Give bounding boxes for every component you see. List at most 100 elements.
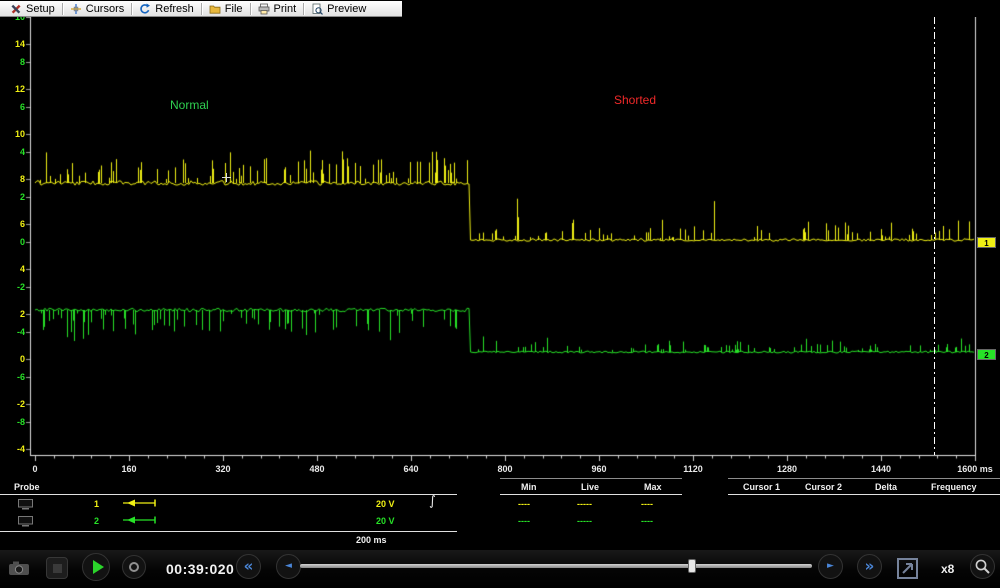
frequency-header: Frequency	[931, 482, 977, 492]
channel-1-enable-toggle[interactable]	[18, 498, 33, 513]
y-axis-label: -4	[16, 444, 25, 454]
play-icon	[92, 560, 104, 574]
max-header: Max	[644, 482, 662, 492]
snapshot-button[interactable]	[896, 557, 919, 583]
stop-button[interactable]	[46, 557, 68, 579]
skip-forward-icon: »	[864, 557, 875, 575]
plot-area: 1614121086420-2-41086420-2-4-6-8 0160320…	[0, 17, 1000, 478]
y-axis-label: 0	[19, 237, 25, 247]
setup-label: Setup	[26, 2, 55, 15]
channel-2-probe-icon[interactable]	[122, 515, 158, 527]
monitor-icon	[18, 516, 33, 527]
transport-bar: 00:39:020 « ◄ ► » x8	[0, 550, 1000, 588]
cursors-button[interactable]: Cursors	[63, 1, 132, 16]
preview-button[interactable]: Preview	[304, 1, 373, 16]
channel-2-enable-toggle[interactable]	[18, 515, 33, 530]
annotation-normal: Normal	[170, 98, 209, 112]
y-axis-labels: 1614121086420-2-41086420-2-4-6-8	[0, 17, 28, 455]
y-axis-label: 2	[19, 192, 25, 202]
camera-button[interactable]	[8, 560, 30, 579]
channel-1-marker[interactable]: 1	[977, 237, 996, 248]
waveform-canvas[interactable]	[0, 17, 1000, 478]
measurements-panel: Probe Min Live Max Cursor 1 Cursor 2 Del…	[0, 478, 1000, 550]
refresh-icon	[140, 3, 151, 14]
channel-2-range[interactable]: 20 V	[376, 516, 395, 526]
x-axis-label: 1280	[776, 464, 798, 474]
x-axis-label: 0	[32, 464, 38, 474]
y-axis-label: 6	[19, 219, 25, 229]
setup-button[interactable]: Setup	[3, 1, 62, 16]
cursor2-header: Cursor 2	[805, 482, 843, 492]
slider-thumb[interactable]	[688, 559, 696, 573]
skip-back-button[interactable]: «	[236, 554, 261, 579]
channel-2-min: ----	[518, 516, 530, 526]
channel-1-live: -----	[577, 499, 592, 509]
min-header: Min	[521, 482, 537, 492]
channel-1-number: 1	[94, 499, 100, 509]
divider	[728, 494, 1000, 495]
y-axis-label: -4	[16, 327, 25, 337]
magnifier-icon	[975, 559, 990, 574]
file-button[interactable]: File	[202, 1, 250, 16]
channel-1-range[interactable]: 20 V	[376, 499, 395, 509]
y-axis-label: 14	[14, 39, 25, 49]
playback-slider[interactable]	[300, 559, 812, 573]
divider	[728, 478, 1000, 479]
record-icon	[129, 562, 139, 572]
step-forward-icon: ►	[827, 561, 834, 571]
channel-2-marker[interactable]: 2	[977, 349, 996, 360]
skip-forward-button[interactable]: »	[857, 554, 882, 579]
file-label: File	[224, 2, 243, 15]
timebase-label[interactable]: 200 ms	[356, 535, 387, 545]
preview-label: Preview	[327, 2, 367, 15]
refresh-button[interactable]: Refresh	[132, 1, 201, 16]
file-icon	[209, 5, 221, 14]
oscilloscope-app: Setup Cursors Refresh File Print Preview…	[0, 0, 1000, 588]
cursors-label: Cursors	[85, 2, 125, 15]
channel-1-probe-icon[interactable]	[122, 498, 158, 510]
main-toolbar: Setup Cursors Refresh File Print Preview	[0, 0, 402, 17]
setup-icon	[11, 4, 21, 14]
record-button[interactable]	[122, 555, 146, 579]
y-axis-label: 8	[19, 174, 25, 184]
elapsed-time: 00:39:020	[166, 561, 235, 577]
divider	[0, 531, 457, 532]
divider	[0, 494, 457, 495]
x-axis-label: 160	[121, 464, 137, 474]
channel-2-number: 2	[94, 516, 100, 526]
y-axis-label: 2	[19, 309, 25, 319]
y-axis-label: -2	[16, 399, 25, 409]
step-forward-button[interactable]: ►	[818, 554, 843, 579]
crosshair-marker	[222, 173, 231, 182]
cursor1-header: Cursor 1	[743, 482, 781, 492]
x-axis-label: 640	[403, 464, 419, 474]
x-axis-label: 800	[497, 464, 513, 474]
time-cursor-line[interactable]	[934, 17, 935, 455]
cursors-icon	[70, 3, 81, 14]
skip-back-icon: «	[243, 557, 254, 575]
channel-1-max: ----	[641, 499, 653, 509]
print-button[interactable]: Print	[251, 1, 304, 16]
y-axis-label: -6	[16, 372, 25, 382]
x-axis-label: 1600 ms	[957, 464, 993, 474]
y-axis-label: -2	[16, 282, 25, 292]
x-axis-label: 320	[215, 464, 231, 474]
y-axis-label: 12	[14, 84, 25, 94]
channel-1-min: ----	[518, 499, 530, 509]
step-back-button[interactable]: ◄	[276, 554, 301, 579]
live-header: Live	[581, 482, 600, 492]
channel-2-live: -----	[577, 516, 592, 526]
monitor-icon	[18, 499, 33, 510]
preview-icon	[312, 3, 324, 15]
y-axis-label: -8	[16, 417, 25, 427]
divider	[500, 494, 682, 495]
play-button[interactable]	[82, 553, 110, 581]
y-axis-label: 4	[19, 264, 25, 274]
divider	[500, 478, 682, 479]
zoom-button[interactable]	[970, 554, 995, 579]
y-axis-label: 8	[19, 57, 25, 67]
stop-icon	[52, 563, 62, 573]
channel-1-coupling[interactable]: ∫	[429, 494, 436, 509]
x-axis-label: 480	[309, 464, 325, 474]
channel-2-max: ----	[641, 516, 653, 526]
